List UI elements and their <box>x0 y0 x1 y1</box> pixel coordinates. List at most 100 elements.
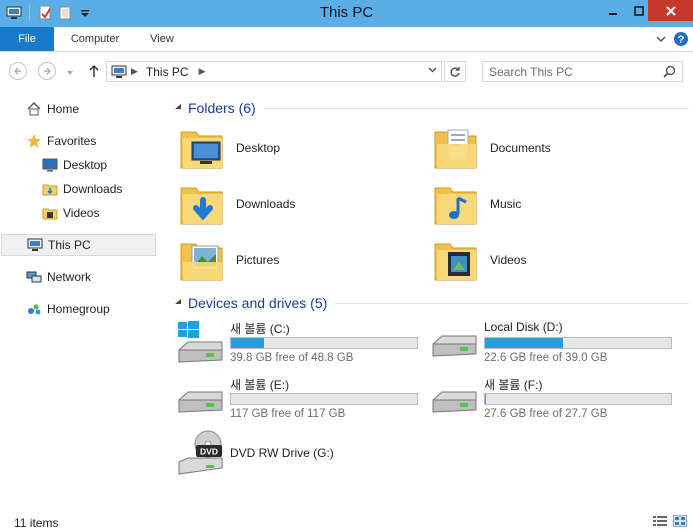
nav-item-favorite-downloads[interactable]: Downloads <box>42 178 122 200</box>
nav-item-network[interactable]: Network <box>26 266 91 288</box>
folder-music[interactable]: Music <box>432 180 521 228</box>
help-icon[interactable]: ? <box>673 31 689 47</box>
new-folder-icon[interactable] <box>57 5 73 21</box>
maximize-icon <box>634 5 644 16</box>
nav-item-this-pc[interactable]: This PC <box>1 234 156 256</box>
tab-computer[interactable]: Computer <box>62 27 128 51</box>
minimize-icon <box>609 12 617 15</box>
minimize-button[interactable] <box>600 0 626 21</box>
documents-folder-icon <box>434 129 477 169</box>
drive-usage-fill <box>485 338 564 348</box>
nav-item-home[interactable]: Home <box>26 98 79 120</box>
folder-name: Videos <box>490 253 527 267</box>
title-bar: This PC <box>0 0 693 27</box>
videos-folder-icon <box>434 243 477 281</box>
folder-name: Downloads <box>236 197 296 211</box>
network-icon <box>26 269 42 285</box>
tab-view[interactable]: View <box>140 27 184 51</box>
this-pc-icon <box>27 237 43 253</box>
folder-pictures[interactable]: Pictures <box>178 236 279 284</box>
nav-item-label: Favorites <box>47 134 97 148</box>
collapse-chevron-icon[interactable] <box>174 103 186 113</box>
drive-usage-bar <box>230 393 418 405</box>
drive-d[interactable]: Local Disk (D:) 22.6 GB free of 39.0 GB <box>430 320 680 368</box>
star-icon <box>26 133 42 149</box>
drive-free-space: 27.6 GB free of 27.7 GB <box>484 408 608 420</box>
expand-ribbon-chevron-icon[interactable] <box>655 33 667 45</box>
back-button[interactable] <box>9 62 27 80</box>
search-icon[interactable] <box>663 65 676 81</box>
customize-toolbar-chevron-icon[interactable] <box>77 5 93 21</box>
nav-item-favorites[interactable]: Favorites <box>26 130 96 152</box>
quick-access-toolbar <box>6 4 93 22</box>
desktop-icon <box>42 157 58 173</box>
folder-videos[interactable]: Videos <box>432 236 526 284</box>
svg-text:?: ? <box>678 34 685 46</box>
folders-group-header[interactable]: Folders (6) <box>174 98 689 118</box>
large-icons-view-icon[interactable] <box>673 515 687 527</box>
ribbon-controls: ? <box>655 31 689 47</box>
tab-file[interactable]: File <box>0 27 54 51</box>
group-divider <box>335 302 689 304</box>
breadcrumb-separator-icon[interactable]: ▶ <box>131 66 138 77</box>
collapse-chevron-icon[interactable] <box>174 298 186 308</box>
refresh-button[interactable] <box>444 61 466 82</box>
nav-item-label: Downloads <box>63 182 123 196</box>
drive-usage-bar <box>230 337 418 349</box>
drive-c[interactable]: 새 볼륨 (C:) 39.8 GB free of 48.8 GB <box>176 320 426 368</box>
details-view-icon[interactable] <box>653 515 667 527</box>
homegroup-icon <box>26 301 42 317</box>
folder-name: Desktop <box>236 141 281 155</box>
folder-downloads[interactable]: Downloads <box>178 180 295 228</box>
pictures-folder-icon <box>180 243 223 281</box>
drive-e[interactable]: 새 볼륨 (E:) 117 GB free of 117 GB <box>176 376 426 424</box>
forward-button[interactable] <box>38 62 56 80</box>
forward-arrow-icon <box>44 67 51 75</box>
up-button[interactable] <box>88 64 100 81</box>
drive-usage-fill <box>231 338 265 348</box>
nav-item-homegroup[interactable]: Homegroup <box>26 298 110 320</box>
properties-icon[interactable] <box>37 5 53 21</box>
status-bar: 11 items <box>0 510 693 532</box>
folder-documents[interactable]: Documents <box>432 124 551 172</box>
back-arrow-icon <box>14 67 21 75</box>
music-folder-icon <box>434 187 477 225</box>
address-bar[interactable]: ▶ This PC ▶ <box>106 61 442 82</box>
downloads-folder-icon <box>42 181 58 197</box>
search-box[interactable] <box>482 61 683 82</box>
this-pc-app-icon[interactable] <box>6 5 22 21</box>
hard-drive-icon <box>432 391 477 413</box>
close-icon <box>665 5 676 16</box>
drive-name: 새 볼륨 (E:) <box>230 378 290 392</box>
folder-name: Music <box>490 197 522 211</box>
drive-name: Local Disk (D:) <box>484 320 563 334</box>
desktop-folder-icon <box>180 131 223 169</box>
folder-desktop[interactable]: Desktop <box>178 124 280 172</box>
drive-f[interactable]: 새 볼륨 (F:) 27.6 GB free of 27.7 GB <box>430 376 680 424</box>
breadcrumb-this-pc[interactable]: This PC <box>146 65 189 79</box>
dvd-label: DVD <box>200 447 218 457</box>
drives-group-header[interactable]: Devices and drives (5) <box>174 293 689 313</box>
folder-name: Documents <box>490 141 551 155</box>
downloads-folder-icon <box>180 187 223 225</box>
search-input[interactable] <box>483 62 653 81</box>
hard-drive-icon <box>432 335 477 357</box>
breadcrumb-chevron-icon[interactable]: ▶ <box>199 66 206 77</box>
address-dropdown-chevron-icon[interactable] <box>428 65 437 76</box>
drive-name: 새 볼륨 (F:) <box>484 378 543 392</box>
ribbon-tabs: File Computer View ? <box>0 27 693 52</box>
recent-locations-chevron-icon[interactable] <box>66 66 74 80</box>
dvd-drive-icon: DVD <box>178 430 223 475</box>
nav-item-label: Homegroup <box>47 302 110 316</box>
drive-g[interactable]: DVD DVD RW Drive (G:) <box>176 430 426 478</box>
drive-name: 새 볼륨 (C:) <box>230 322 290 336</box>
nav-item-favorite-videos[interactable]: Videos <box>42 202 99 224</box>
folder-name: Pictures <box>236 253 280 267</box>
drive-free-space: 39.8 GB free of 48.8 GB <box>230 352 354 364</box>
hard-drive-icon <box>178 391 223 413</box>
nav-item-label: Home <box>47 102 80 116</box>
nav-item-label: This PC <box>48 238 91 252</box>
nav-item-favorite-desktop[interactable]: Desktop <box>42 154 107 176</box>
address-row: ▶ This PC ▶ <box>0 52 693 90</box>
close-button[interactable] <box>648 0 693 21</box>
